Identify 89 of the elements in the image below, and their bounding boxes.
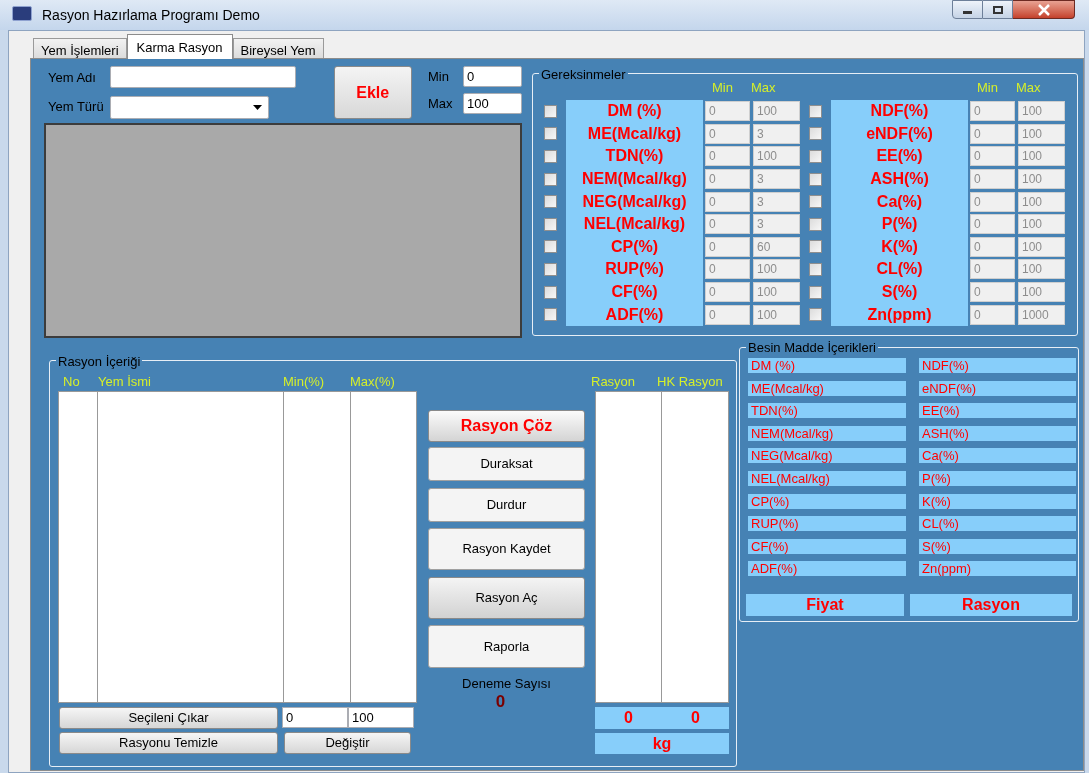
- requirement-label: NEG(Mcal/kg): [582, 192, 687, 211]
- action-button[interactable]: Rasyon Çöz: [428, 410, 585, 442]
- input-field[interactable]: 0: [463, 66, 522, 87]
- total-value: 0: [623, 708, 634, 728]
- requirement-label: P(%): [881, 215, 918, 234]
- nutrient-label: CP(%): [748, 493, 906, 509]
- requirement-label: CP(%): [610, 237, 659, 256]
- nutrient-label: ME(Mcal/kg): [748, 380, 906, 396]
- counter-label: Deneme Sayısı: [461, 675, 552, 693]
- change-button[interactable]: Değiştir: [284, 732, 411, 754]
- nutrient-label: ADF(%): [748, 561, 906, 577]
- field-label: Yem Türü: [48, 97, 105, 116]
- tab[interactable]: Yem İşlemleri: [33, 38, 127, 58]
- column-header: Min: [977, 79, 999, 97]
- requirement-label: ASH(%): [870, 170, 929, 189]
- close-button[interactable]: [1013, 0, 1075, 19]
- nutrient-label: CL(%): [919, 516, 1076, 532]
- requirement-label: S(%): [881, 283, 918, 302]
- field-label: Min: [428, 67, 450, 86]
- input-field[interactable]: 100: [348, 707, 414, 728]
- requirement-label: TDN(%): [605, 147, 664, 166]
- column-header: No: [62, 373, 81, 391]
- nutrient-label: NEL(Mcal/kg): [748, 470, 906, 486]
- clear-button[interactable]: Rasyonu Temizle: [59, 732, 278, 754]
- action-button[interactable]: Raporla: [428, 625, 585, 668]
- group-title: Rasyon İçeriği: [56, 352, 143, 372]
- field-label: Yem Adı: [48, 69, 97, 87]
- input-field[interactable]: 100: [463, 93, 522, 114]
- requirement-label: RUP(%): [605, 260, 664, 279]
- input-field[interactable]: 0: [282, 707, 348, 728]
- requirement-label: NEM(Mcal/kg): [582, 170, 687, 189]
- column-header: Rasyon: [591, 373, 637, 391]
- remove-button[interactable]: Seçileni Çıkar: [59, 707, 278, 729]
- nutrient-label: TDN(%): [748, 403, 906, 419]
- nutrient-label: DM (%): [748, 358, 906, 373]
- summary-label: Rasyon: [910, 594, 1072, 617]
- nutrient-label: Zn(ppm): [919, 561, 1076, 577]
- requirement-label: CL(%): [876, 260, 923, 279]
- column-header: Yem İsmi: [98, 373, 152, 391]
- requirement-label: Ca(%): [876, 192, 923, 211]
- tab[interactable]: Bireysel Yem: [232, 38, 324, 58]
- column-header: Min(%): [283, 373, 326, 391]
- nutrient-label: CF(%): [748, 538, 906, 554]
- minimize-button[interactable]: [952, 0, 983, 19]
- requirement-label: ME(Mcal/kg): [587, 124, 682, 143]
- requirement-label: eNDF(%): [866, 124, 933, 143]
- requirement-label: K(%): [881, 237, 918, 256]
- action-button[interactable]: Rasyon Kaydet: [428, 528, 585, 570]
- tab[interactable]: Karma Rasyon: [126, 34, 233, 59]
- input-field[interactable]: [109, 66, 296, 88]
- nutrient-label: NEG(Mcal/kg): [748, 448, 906, 464]
- counter-value: 0: [494, 692, 507, 710]
- requirement-label: DM (%): [607, 102, 662, 121]
- requirement-label: NEL(Mcal/kg): [583, 215, 686, 234]
- action-button[interactable]: Duraksat: [428, 447, 585, 481]
- column-header: Min: [712, 79, 734, 97]
- nutrient-label: RUP(%): [748, 516, 906, 532]
- nutrient-label: K(%): [919, 493, 1076, 509]
- unit-label: kg: [595, 733, 729, 754]
- nutrient-label: Ca(%): [919, 448, 1076, 464]
- nutrient-label: ASH(%): [919, 425, 1076, 441]
- requirement-label: Zn(ppm): [867, 305, 932, 324]
- close-icon: [1036, 3, 1051, 16]
- column-header: Max: [1016, 79, 1041, 97]
- column-header: Max: [751, 79, 776, 97]
- requirement-label: EE(%): [876, 147, 923, 166]
- maximize-button[interactable]: [983, 0, 1013, 19]
- window-title: Rasyon Hazırlama Programı Demo: [42, 6, 260, 25]
- nutrient-label: NDF(%): [919, 358, 1076, 373]
- summary-label: Fiyat: [746, 594, 905, 617]
- nutrient-label: NEM(Mcal/kg): [748, 425, 906, 441]
- dropdown[interactable]: [109, 96, 269, 119]
- column-header: HK Rasyon: [657, 373, 723, 391]
- requirement-label: NDF(%): [870, 102, 929, 121]
- total-value: 0: [690, 708, 701, 728]
- field-label: Max: [428, 94, 454, 113]
- caret-icon: [252, 105, 262, 110]
- action-button[interactable]: Durdur: [428, 488, 585, 522]
- nutrient-label: eNDF(%): [919, 380, 1076, 396]
- column-header: Max(%): [350, 373, 396, 391]
- app-icon: [12, 6, 32, 21]
- action-button[interactable]: Rasyon Aç: [428, 577, 585, 619]
- nutrient-label: P(%): [919, 470, 1076, 486]
- nutrient-label: S(%): [919, 538, 1076, 554]
- requirement-label: CF(%): [611, 283, 658, 302]
- nutrient-label: EE(%): [919, 403, 1076, 419]
- add-button[interactable]: Ekle: [333, 66, 412, 119]
- group-title: Besin Madde İçerikleri: [746, 340, 878, 355]
- requirement-label: ADF(%): [605, 305, 664, 324]
